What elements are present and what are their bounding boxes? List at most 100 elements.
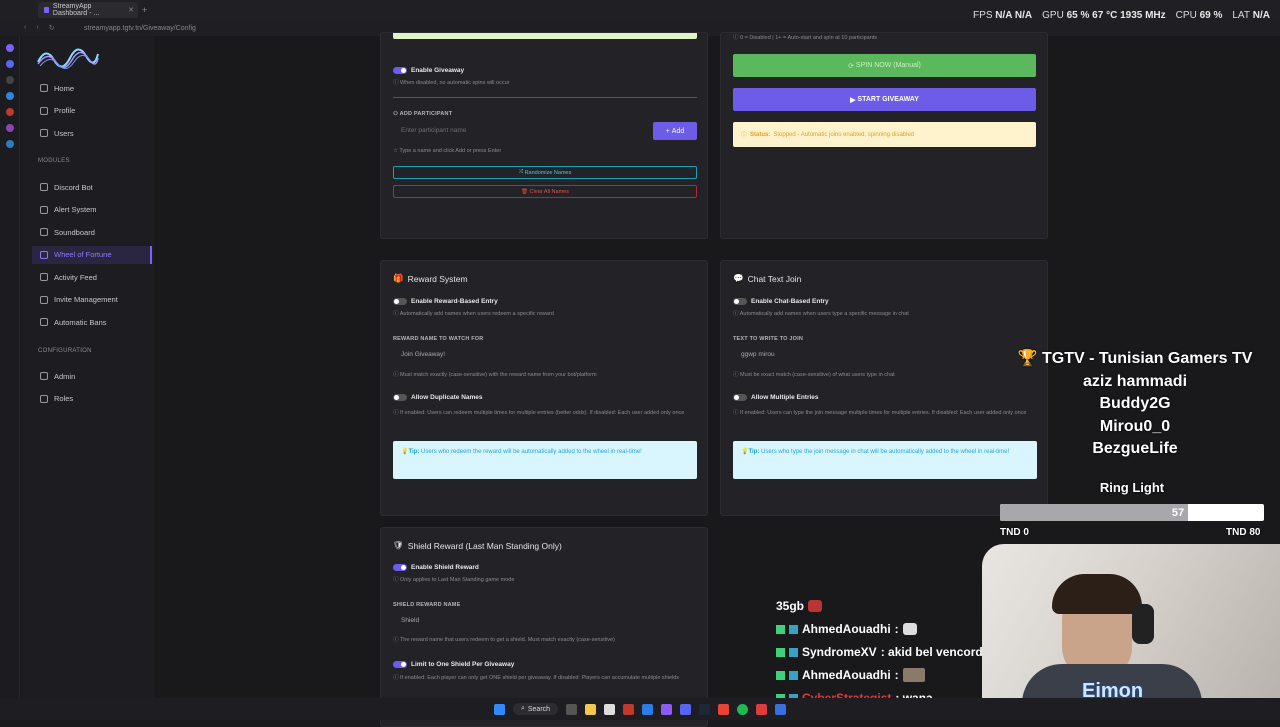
sidebar-item-automatic-bans[interactable]: Automatic Bans xyxy=(32,313,152,331)
tip-label: Tip: xyxy=(748,449,760,455)
goal-progress-bar: 57 xyxy=(1000,504,1264,521)
clear-names-button[interactable]: 🗑 Clear All Names xyxy=(393,185,697,198)
add-participant-button[interactable]: + Add xyxy=(653,122,697,140)
rail-app-icon-4[interactable] xyxy=(5,124,14,132)
sidebar-item-users[interactable]: Users xyxy=(32,124,152,142)
wheel-of-fortune-icon xyxy=(40,250,48,259)
chrome-icon[interactable] xyxy=(718,703,730,715)
shield-reward-toggle[interactable] xyxy=(393,564,407,571)
chat-entry-help: Automatically add names when users type … xyxy=(739,311,909,317)
store-icon[interactable] xyxy=(604,703,616,715)
sidebar-item-profile[interactable]: Profile xyxy=(32,102,152,120)
goal-progress-fill: 57 xyxy=(1000,504,1189,521)
new-tab-icon[interactable]: + xyxy=(142,5,147,15)
reward-name-input[interactable]: Join Giveaway! xyxy=(393,348,697,362)
goal-min: TND 0 xyxy=(1000,527,1029,538)
opera-icon[interactable] xyxy=(623,703,635,715)
app-icon[interactable] xyxy=(756,703,768,715)
spin-now-button[interactable]: ⟳ SPIN NOW (Manual) xyxy=(733,54,1036,77)
steam-icon[interactable] xyxy=(699,703,711,715)
sidebar-item-discord-bot[interactable]: Discord Bot xyxy=(32,178,152,196)
limit-shield-toggle[interactable] xyxy=(393,661,407,668)
sidebar-item-admin[interactable]: Admin xyxy=(32,367,152,385)
info-icon: ⓘ xyxy=(393,80,401,86)
randomize-names-button[interactable]: ⤮ Randomize Names xyxy=(393,166,697,179)
rail-app-icon[interactable] xyxy=(5,44,14,52)
taskbar-search[interactable]: ⌕ Search xyxy=(512,703,559,715)
status-text: Stopped - Automatic joins enabled, spinn… xyxy=(773,131,915,138)
roles-icon xyxy=(40,394,48,403)
chat-entry-toggle[interactable] xyxy=(733,298,747,305)
reward-system-card: 🎁 Reward System Enable Reward-Based Entry… xyxy=(380,260,708,516)
search-icon: ⌕ xyxy=(520,705,525,712)
tip-text: Users who redeem the reward will be auto… xyxy=(421,449,642,455)
sidebar-item-wheel-of-fortune[interactable]: Wheel of Fortune xyxy=(32,245,152,264)
participant-input[interactable]: Enter participant name xyxy=(393,122,649,140)
chat-line: 35gb xyxy=(776,599,823,613)
browser-tab[interactable]: StreamyApp Dashboard - ... ✕ xyxy=(38,2,138,18)
spin-icon: ⟳ xyxy=(848,62,856,70)
sidebar-item-activity-feed[interactable]: Activity Feed xyxy=(32,268,152,286)
emote-icon xyxy=(902,668,925,682)
goal-max: TND 80 xyxy=(1226,527,1261,538)
shield-name-value: Shield xyxy=(401,617,420,624)
rail-app-icon-5[interactable] xyxy=(5,140,14,148)
add-participant-label: ADD PARTICIPANT xyxy=(399,111,453,117)
sidebar-item-home[interactable]: Home xyxy=(32,79,152,97)
goal-value: 57 xyxy=(1171,506,1185,519)
reward-name-value: Join Giveaway! xyxy=(401,351,446,358)
duplicate-names-toggle[interactable] xyxy=(393,394,407,401)
enable-giveaway-toggle[interactable] xyxy=(393,67,407,74)
home-icon xyxy=(40,84,48,92)
shield-reward-card: 🛡 Shield Reward (Last Man Standing Only) … xyxy=(380,527,708,727)
app-icon[interactable] xyxy=(661,703,673,715)
info-icon: ⓘ xyxy=(393,675,401,681)
invite-management-icon xyxy=(40,295,48,304)
reload-icon[interactable]: ↻ xyxy=(49,24,55,32)
sidebar-item-invite-management[interactable]: Invite Management xyxy=(32,291,152,309)
configuration-heading: CONFIGURATION xyxy=(38,348,92,354)
back-icon[interactable]: ‹ xyxy=(24,24,26,32)
reward-entry-toggle[interactable] xyxy=(393,298,407,305)
webcam-feed: Eimon xyxy=(982,544,1280,698)
users-icon xyxy=(40,129,48,137)
multiple-entries-toggle[interactable] xyxy=(733,394,747,401)
rail-x-icon[interactable] xyxy=(5,76,14,84)
giveaway-controls-card: ⓘ 0 = Disabled | 1+ = Auto-start and spi… xyxy=(720,32,1048,239)
shield-name-input[interactable]: Shield xyxy=(393,614,697,628)
discord-icon[interactable] xyxy=(680,703,692,715)
supporters-overlay: 🏆 TGTV - Tunisian Gamers TV aziz hammadi… xyxy=(990,348,1280,461)
start-giveaway-button[interactable]: ▶ START GIVEAWAY xyxy=(733,88,1036,111)
sidebar-item-soundboard[interactable]: Soundboard xyxy=(32,223,152,241)
spotify-icon[interactable] xyxy=(737,703,749,715)
sidebar-item-roles[interactable]: Roles xyxy=(32,390,152,408)
profile-icon xyxy=(40,106,48,115)
file-explorer-icon[interactable] xyxy=(585,703,597,715)
browser-side-rail xyxy=(0,36,20,720)
sidebar-item-label: Admin xyxy=(54,371,76,381)
app-icon[interactable] xyxy=(775,703,787,715)
rail-app-icon-3[interactable] xyxy=(5,108,14,116)
limit-shield-help: If enabled: Each player can only get ONE… xyxy=(400,675,680,681)
taskbar: ⌕ Search xyxy=(0,698,1280,720)
duplicate-names-label: Allow Duplicate Names xyxy=(411,394,483,401)
app-icon[interactable] xyxy=(642,703,654,715)
info-icon: ⓘ xyxy=(733,35,741,41)
taskview-icon[interactable] xyxy=(566,703,578,715)
url-field[interactable]: streamyapp.tgtv.tn/Giveaway/Config xyxy=(84,25,196,32)
tip-text: Users who type the join message in chat … xyxy=(761,449,1010,455)
rail-app-icon-2[interactable] xyxy=(5,92,14,100)
activity-feed-icon xyxy=(40,273,48,281)
info-icon: ⓘ xyxy=(393,637,400,643)
tab-favicon-icon xyxy=(44,7,49,13)
play-icon: ▶ xyxy=(850,96,858,104)
chat-entry-label: Enable Chat-Based Entry xyxy=(751,298,829,305)
sidebar-item-label: Home xyxy=(54,83,75,93)
sidebar-item-alert-system[interactable]: Alert System xyxy=(32,201,152,219)
close-tab-icon[interactable]: ✕ xyxy=(128,6,134,14)
rail-discord-icon[interactable] xyxy=(5,60,14,68)
start-icon[interactable] xyxy=(493,703,505,715)
duplicate-names-help: If enabled: Users can redeem multiple ti… xyxy=(400,410,685,416)
forward-icon[interactable]: › xyxy=(36,24,38,32)
sidebar: Home Profile Users MODULES Discord Bot Aler… xyxy=(22,36,154,700)
